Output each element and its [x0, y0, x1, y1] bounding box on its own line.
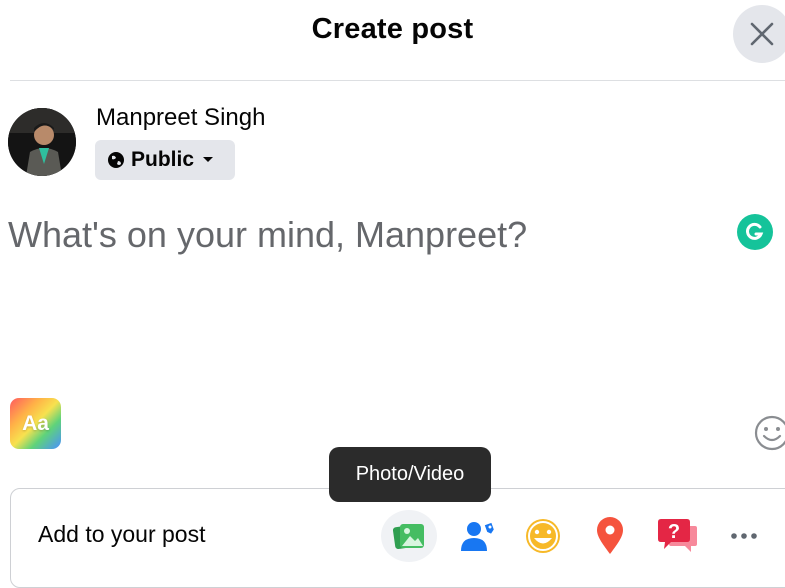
text-background-button[interactable]: Aa	[10, 398, 61, 449]
ask-question-button[interactable]: ?	[650, 510, 706, 562]
text-background-label: Aa	[22, 411, 49, 435]
profile-photo	[8, 108, 76, 176]
photo-video-tooltip: Photo/Video	[329, 447, 491, 502]
caret-down-icon	[203, 157, 214, 162]
header-divider	[10, 80, 785, 81]
tag-people-button[interactable]	[450, 510, 506, 562]
svg-text:?: ?	[668, 521, 680, 543]
privacy-label: Public	[131, 148, 195, 171]
post-composer-input[interactable]	[8, 205, 708, 265]
tag-people-icon	[461, 522, 494, 551]
tooltip-text: Photo/Video	[355, 463, 465, 485]
globe-icon	[108, 152, 124, 168]
add-to-post-label: Add to your post	[38, 521, 206, 547]
photo-video-button[interactable]	[381, 510, 437, 562]
dialog-header: Create post	[0, 0, 785, 80]
close-button[interactable]	[733, 5, 785, 63]
check-in-icon	[597, 517, 623, 554]
check-in-button[interactable]	[582, 510, 638, 562]
smiley-icon	[754, 415, 785, 451]
photo-video-icon	[392, 524, 424, 550]
dialog-title: Create post	[311, 13, 474, 45]
more-options-button[interactable]	[716, 510, 772, 562]
feeling-activity-button[interactable]	[515, 510, 571, 562]
avatar[interactable]	[8, 108, 76, 176]
more-icon	[731, 533, 757, 539]
emoji-button[interactable]	[752, 413, 785, 453]
user-name[interactable]: Manpreet Singh	[96, 104, 265, 132]
close-icon	[750, 22, 774, 46]
feeling-icon	[526, 519, 560, 553]
grammarly-icon[interactable]	[737, 214, 773, 250]
grammarly-glyph	[746, 222, 764, 240]
ask-question-icon: ?	[658, 519, 697, 552]
privacy-selector[interactable]: Public	[95, 140, 235, 180]
